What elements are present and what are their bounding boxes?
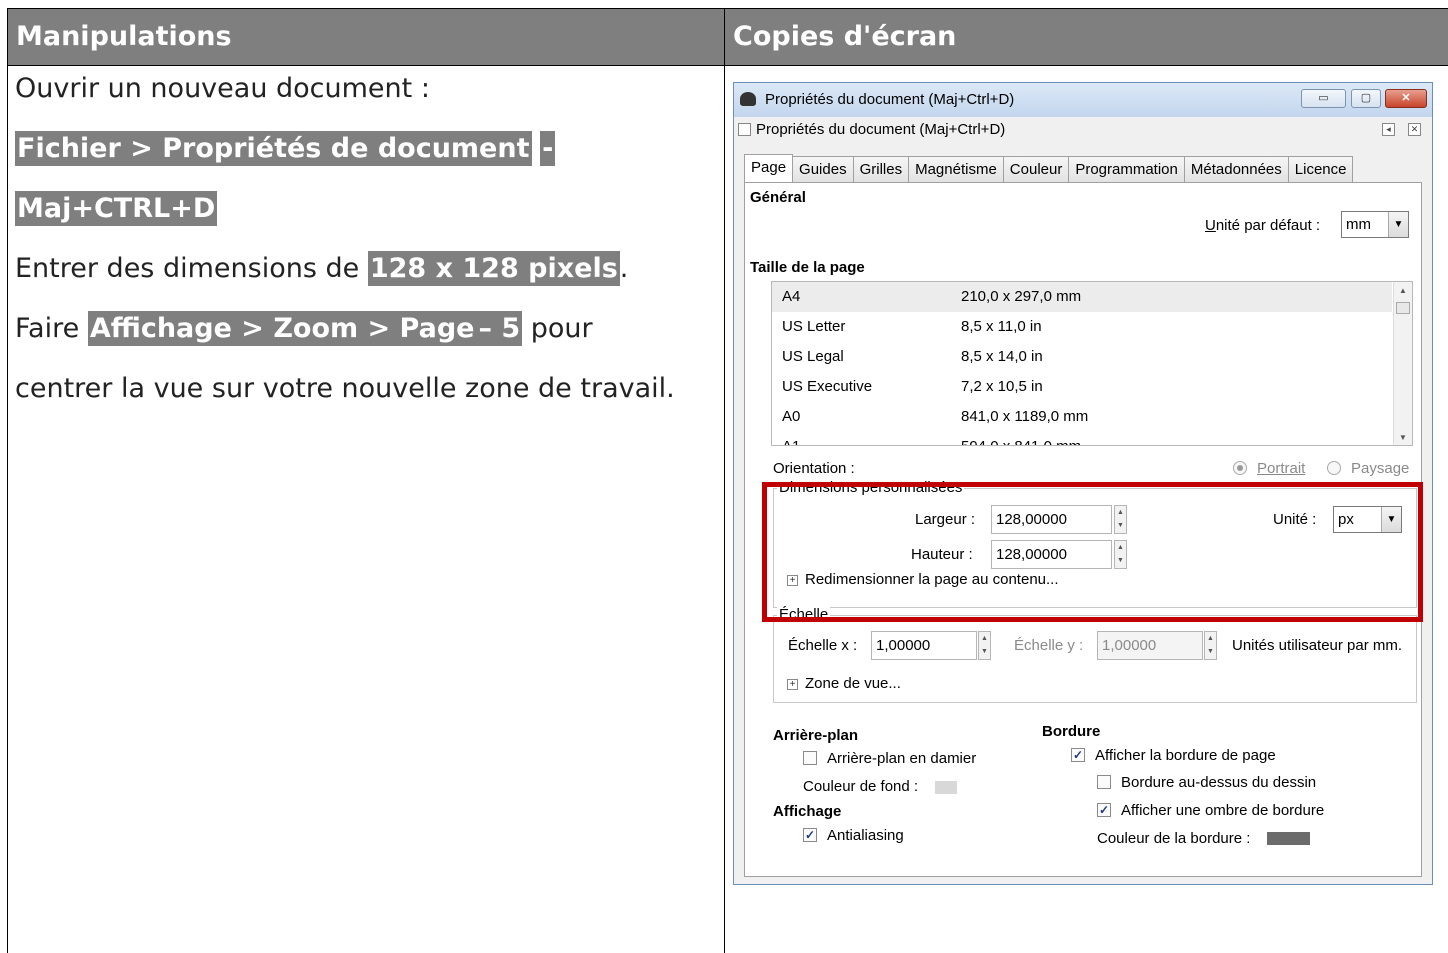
checkerboard-label: Arrière-plan en damier: [827, 750, 977, 767]
border-on-top-checkbox[interactable]: [1097, 775, 1111, 789]
instruction-text: centrer la vue sur votre nouvelle zone d…: [15, 373, 675, 404]
dialog-title: Propriétés du document (Maj+Ctrl+D): [765, 91, 1015, 108]
tab-metadonnees[interactable]: Métadonnées: [1184, 156, 1289, 183]
page-size-list[interactable]: A4 210,0 x 297,0 mm US Letter 8,5 x 11,0 i…: [771, 281, 1413, 446]
tab-bar: Page Guides Grilles Magnétisme Couleur P…: [744, 154, 1354, 184]
scroll-up-icon[interactable]: ▲: [1394, 282, 1412, 300]
portrait-label: Portrait: [1257, 460, 1306, 477]
instruction-text: .: [619, 253, 629, 284]
panel-header: Propriétés du document (Maj+Ctrl+D) ◂ ✕: [734, 117, 1432, 143]
border-color-label: Couleur de la bordure :: [1097, 830, 1251, 847]
scale-x-label: Échelle x :: [788, 637, 858, 654]
expand-icon[interactable]: +: [787, 679, 798, 690]
instruction-line-4: Entrer des dimensions de 128 x 128 pixel…: [15, 251, 629, 286]
antialiasing-checkbox[interactable]: ✓: [803, 828, 817, 842]
bg-color-swatch[interactable]: [935, 781, 957, 794]
show-border-label: Afficher la bordure de page: [1095, 747, 1276, 764]
column-header-screenshots: Copies d'écran: [724, 9, 1448, 65]
close-button[interactable]: ✕: [1385, 89, 1427, 108]
default-unit-label: Unité par défaut :: [1205, 217, 1321, 234]
list-item[interactable]: US Legal 8,5 x 14,0 in: [772, 342, 1392, 372]
instruction-text: Entrer des dimensions de: [15, 253, 368, 284]
dialog-titlebar[interactable]: Propriétés du document (Maj+Ctrl+D) ▭ ▢ …: [734, 83, 1432, 117]
highlight-callout: [762, 482, 1423, 622]
tab-licence[interactable]: Licence: [1288, 156, 1354, 183]
portrait-radio[interactable]: [1233, 461, 1247, 475]
header-divider: [8, 65, 1448, 66]
chevron-down-icon: ▼: [1388, 212, 1408, 237]
instruction-line-3: Maj+CTRL+D: [15, 191, 218, 226]
column-header-manipulations: Manipulations: [8, 9, 724, 65]
list-scrollbar[interactable]: ▲ ▼: [1393, 282, 1412, 445]
border-on-top-label: Bordure au-dessus du dessin: [1121, 774, 1317, 791]
orientation-label: Orientation :: [773, 460, 855, 477]
dimension-highlight: 128 x 128 pixels: [367, 251, 620, 286]
tab-page[interactable]: Page: [744, 154, 794, 184]
zoom-path-highlight: Affichage > Zoom > Page: [87, 311, 477, 346]
instruction-text: Faire: [15, 313, 88, 344]
show-border-checkbox[interactable]: ✓: [1071, 748, 1085, 762]
tab-guides[interactable]: Guides: [793, 156, 854, 183]
scale-y-input: 1,00000: [1097, 631, 1203, 660]
instruction-text: pour: [522, 313, 593, 344]
properties-icon: [738, 123, 751, 136]
inkscape-icon: [740, 92, 756, 106]
panel-menu-button[interactable]: ◂: [1382, 123, 1395, 136]
tab-couleur[interactable]: Couleur: [1003, 156, 1070, 183]
list-item[interactable]: US Letter 8,5 x 11,0 in: [772, 312, 1392, 342]
zoom-key-highlight: – 5: [476, 311, 523, 346]
show-shadow-checkbox[interactable]: ✓: [1097, 803, 1111, 817]
default-unit-value: mm: [1346, 216, 1371, 233]
list-item[interactable]: A1594,0 x 841,0 mm: [772, 432, 1392, 445]
tab-programmation[interactable]: Programmation: [1069, 156, 1185, 183]
tab-grilles[interactable]: Grilles: [853, 156, 910, 183]
instruction-line-2: Fichier > Propriétés de document -: [15, 131, 556, 166]
list-item[interactable]: A4 210,0 x 297,0 mm: [772, 282, 1392, 312]
landscape-radio[interactable]: [1327, 461, 1341, 475]
panel-close-button[interactable]: ✕: [1408, 123, 1421, 136]
page-size-heading: Taille de la page: [750, 259, 865, 276]
instruction-line-1: Ouvrir un nouveau document :: [15, 73, 430, 104]
shortcut-highlight: Maj+CTRL+D: [15, 191, 218, 226]
viewbox-expander[interactable]: Zone de vue...: [805, 675, 901, 692]
scale-x-stepper[interactable]: ▲ ▼: [978, 631, 991, 660]
tab-magnetisme[interactable]: Magnétisme: [909, 156, 1004, 183]
instruction-line-5: Faire Affichage > Zoom > Page – 5 pour: [15, 311, 593, 346]
bg-color-label: Couleur de fond :: [803, 778, 919, 795]
panel-title: Propriétés du document (Maj+Ctrl+D): [756, 121, 1006, 138]
display-heading: Affichage: [773, 803, 842, 820]
scale-y-stepper: ▲ ▼: [1204, 631, 1217, 660]
scale-y-label: Échelle y :: [1014, 637, 1084, 654]
scale-x-input[interactable]: 1,00000: [871, 631, 977, 660]
scroll-thumb[interactable]: [1396, 302, 1410, 314]
maximize-button[interactable]: ▢: [1351, 89, 1381, 108]
border-heading: Bordure: [1042, 723, 1101, 740]
dash-highlight: -: [540, 131, 556, 166]
show-shadow-label: Afficher une ombre de bordure: [1121, 802, 1325, 819]
general-heading: Général: [750, 189, 806, 206]
menu-path-highlight: Fichier > Propriétés de document: [15, 131, 532, 166]
list-item[interactable]: A0 841,0 x 1189,0 mm: [772, 402, 1392, 432]
default-unit-select[interactable]: mm ▼: [1341, 211, 1409, 238]
antialiasing-label: Antialiasing: [827, 827, 904, 844]
border-color-swatch[interactable]: [1267, 832, 1310, 845]
instruction-line-6: centrer la vue sur votre nouvelle zone d…: [15, 373, 675, 404]
column-divider: [724, 65, 725, 953]
background-heading: Arrière-plan: [773, 727, 859, 744]
list-item[interactable]: US Executive 7,2 x 10,5 in: [772, 372, 1392, 402]
scale-units-label: Unités utilisateur par mm.: [1232, 637, 1403, 654]
minimize-button[interactable]: ▭: [1301, 89, 1346, 108]
landscape-label: Paysage: [1351, 460, 1410, 477]
instruction-text: Ouvrir un nouveau document :: [15, 73, 430, 104]
scroll-down-icon[interactable]: ▼: [1394, 429, 1412, 445]
checkerboard-checkbox[interactable]: [803, 751, 817, 765]
